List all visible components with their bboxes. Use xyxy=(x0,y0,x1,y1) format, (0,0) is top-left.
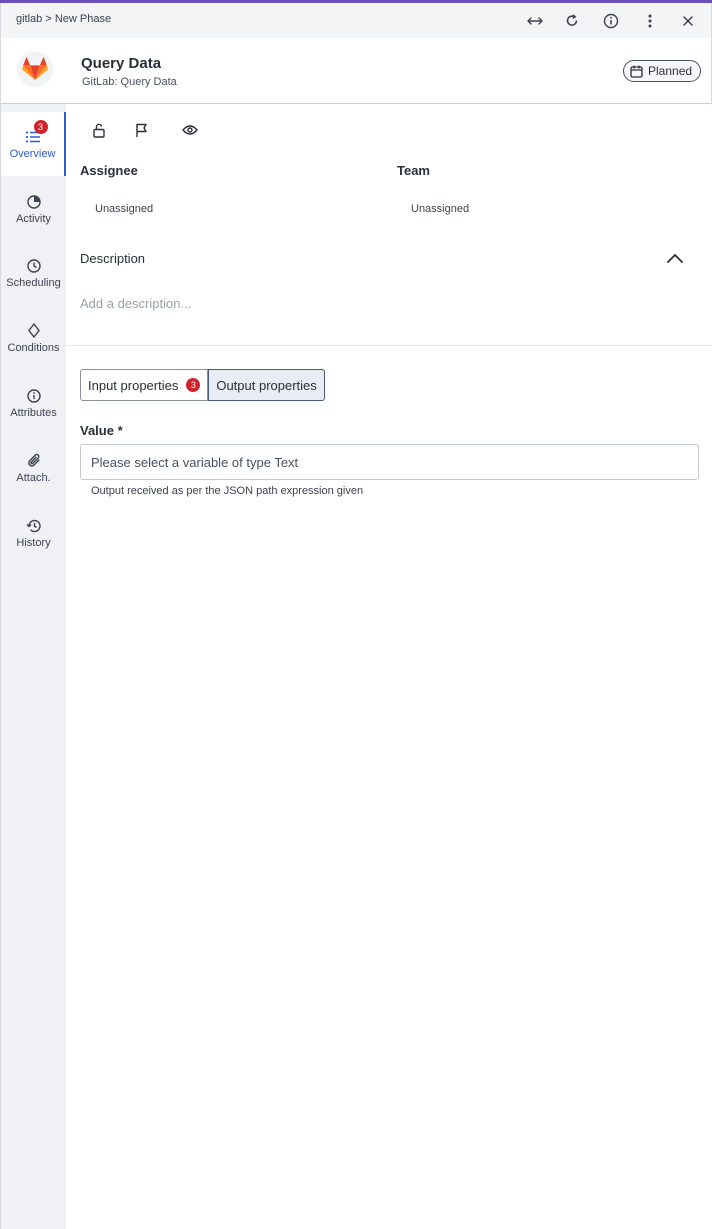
paperclip-icon xyxy=(26,453,42,469)
expand-horizontal-icon[interactable] xyxy=(524,10,546,32)
info-icon xyxy=(26,388,42,404)
sidebar-item-activity[interactable]: Activity xyxy=(1,177,66,241)
sidebar-item-overview[interactable]: 3 Overview xyxy=(1,112,66,176)
phase-header: Query Data GitLab: Query Data Planned xyxy=(0,38,712,104)
sidebar-item-label: Scheduling xyxy=(6,276,61,289)
properties-tabs: Input properties 3 Output properties xyxy=(80,369,325,401)
sidebar-item-label: History xyxy=(16,536,51,549)
value-helper-text: Output received as per the JSON path exp… xyxy=(91,485,364,497)
overview-badge: 3 xyxy=(33,119,48,134)
list-icon: 3 xyxy=(25,119,48,145)
assignee-label: Assignee xyxy=(80,163,138,178)
input-properties-badge: 3 xyxy=(186,378,201,392)
divider xyxy=(66,345,712,346)
page-title: Query Data xyxy=(81,55,162,72)
tab-label: Input properties xyxy=(88,377,179,393)
calendar-icon xyxy=(630,65,643,78)
info-icon[interactable] xyxy=(600,10,622,32)
refresh-icon[interactable] xyxy=(561,10,583,32)
team-field[interactable]: Unassigned xyxy=(411,203,469,215)
gitlab-logo-icon xyxy=(17,51,53,87)
overview-panel: Assignee Unassigned Team Unassigned Desc… xyxy=(66,104,712,1229)
status-label: Planned xyxy=(648,64,693,78)
clock-icon xyxy=(26,258,42,274)
description-field[interactable]: Add a description... xyxy=(80,296,191,311)
sidebar-item-attributes[interactable]: Attributes xyxy=(1,371,66,435)
tab-label: Output properties xyxy=(216,377,317,393)
sidebar-item-conditions[interactable]: Conditions xyxy=(1,306,66,370)
sidebar-item-history[interactable]: History xyxy=(1,501,66,565)
tab-input-properties[interactable]: Input properties 3 xyxy=(80,369,209,401)
more-vertical-icon[interactable] xyxy=(639,10,661,32)
sidebar-item-label: Attach. xyxy=(16,471,51,484)
value-input[interactable] xyxy=(80,444,699,480)
history-icon xyxy=(26,518,42,534)
sidebar-item-attachments[interactable]: Attach. xyxy=(1,436,66,500)
sidebar-item-scheduling[interactable]: Scheduling xyxy=(1,241,66,305)
titlebar: gitlab > New Phase xyxy=(0,3,712,38)
breadcrumb[interactable]: gitlab > New Phase xyxy=(16,13,111,25)
diamond-icon xyxy=(26,323,42,339)
description-label: Description xyxy=(80,251,146,266)
status-badge[interactable]: Planned xyxy=(623,60,702,82)
sidebar-item-label: Overview xyxy=(9,147,56,160)
chevron-up-icon[interactable] xyxy=(666,251,684,267)
pie-chart-icon xyxy=(26,194,42,210)
team-label: Team xyxy=(397,163,430,178)
sidebar-item-label: Conditions xyxy=(7,341,60,354)
eye-icon[interactable] xyxy=(181,121,199,139)
unlock-icon[interactable] xyxy=(90,121,108,139)
value-label: Value * xyxy=(80,423,123,438)
close-icon[interactable] xyxy=(677,10,699,32)
page-subtitle: GitLab: Query Data xyxy=(82,76,177,88)
sidebar-item-label: Attributes xyxy=(10,406,57,419)
assignee-field[interactable]: Unassigned xyxy=(95,203,153,215)
flag-icon[interactable] xyxy=(132,121,150,139)
tab-output-properties[interactable]: Output properties xyxy=(208,369,325,401)
sidebar-item-label: Activity xyxy=(16,212,51,225)
sidebar: 3 Overview Activity Scheduling Condition… xyxy=(0,104,66,1229)
